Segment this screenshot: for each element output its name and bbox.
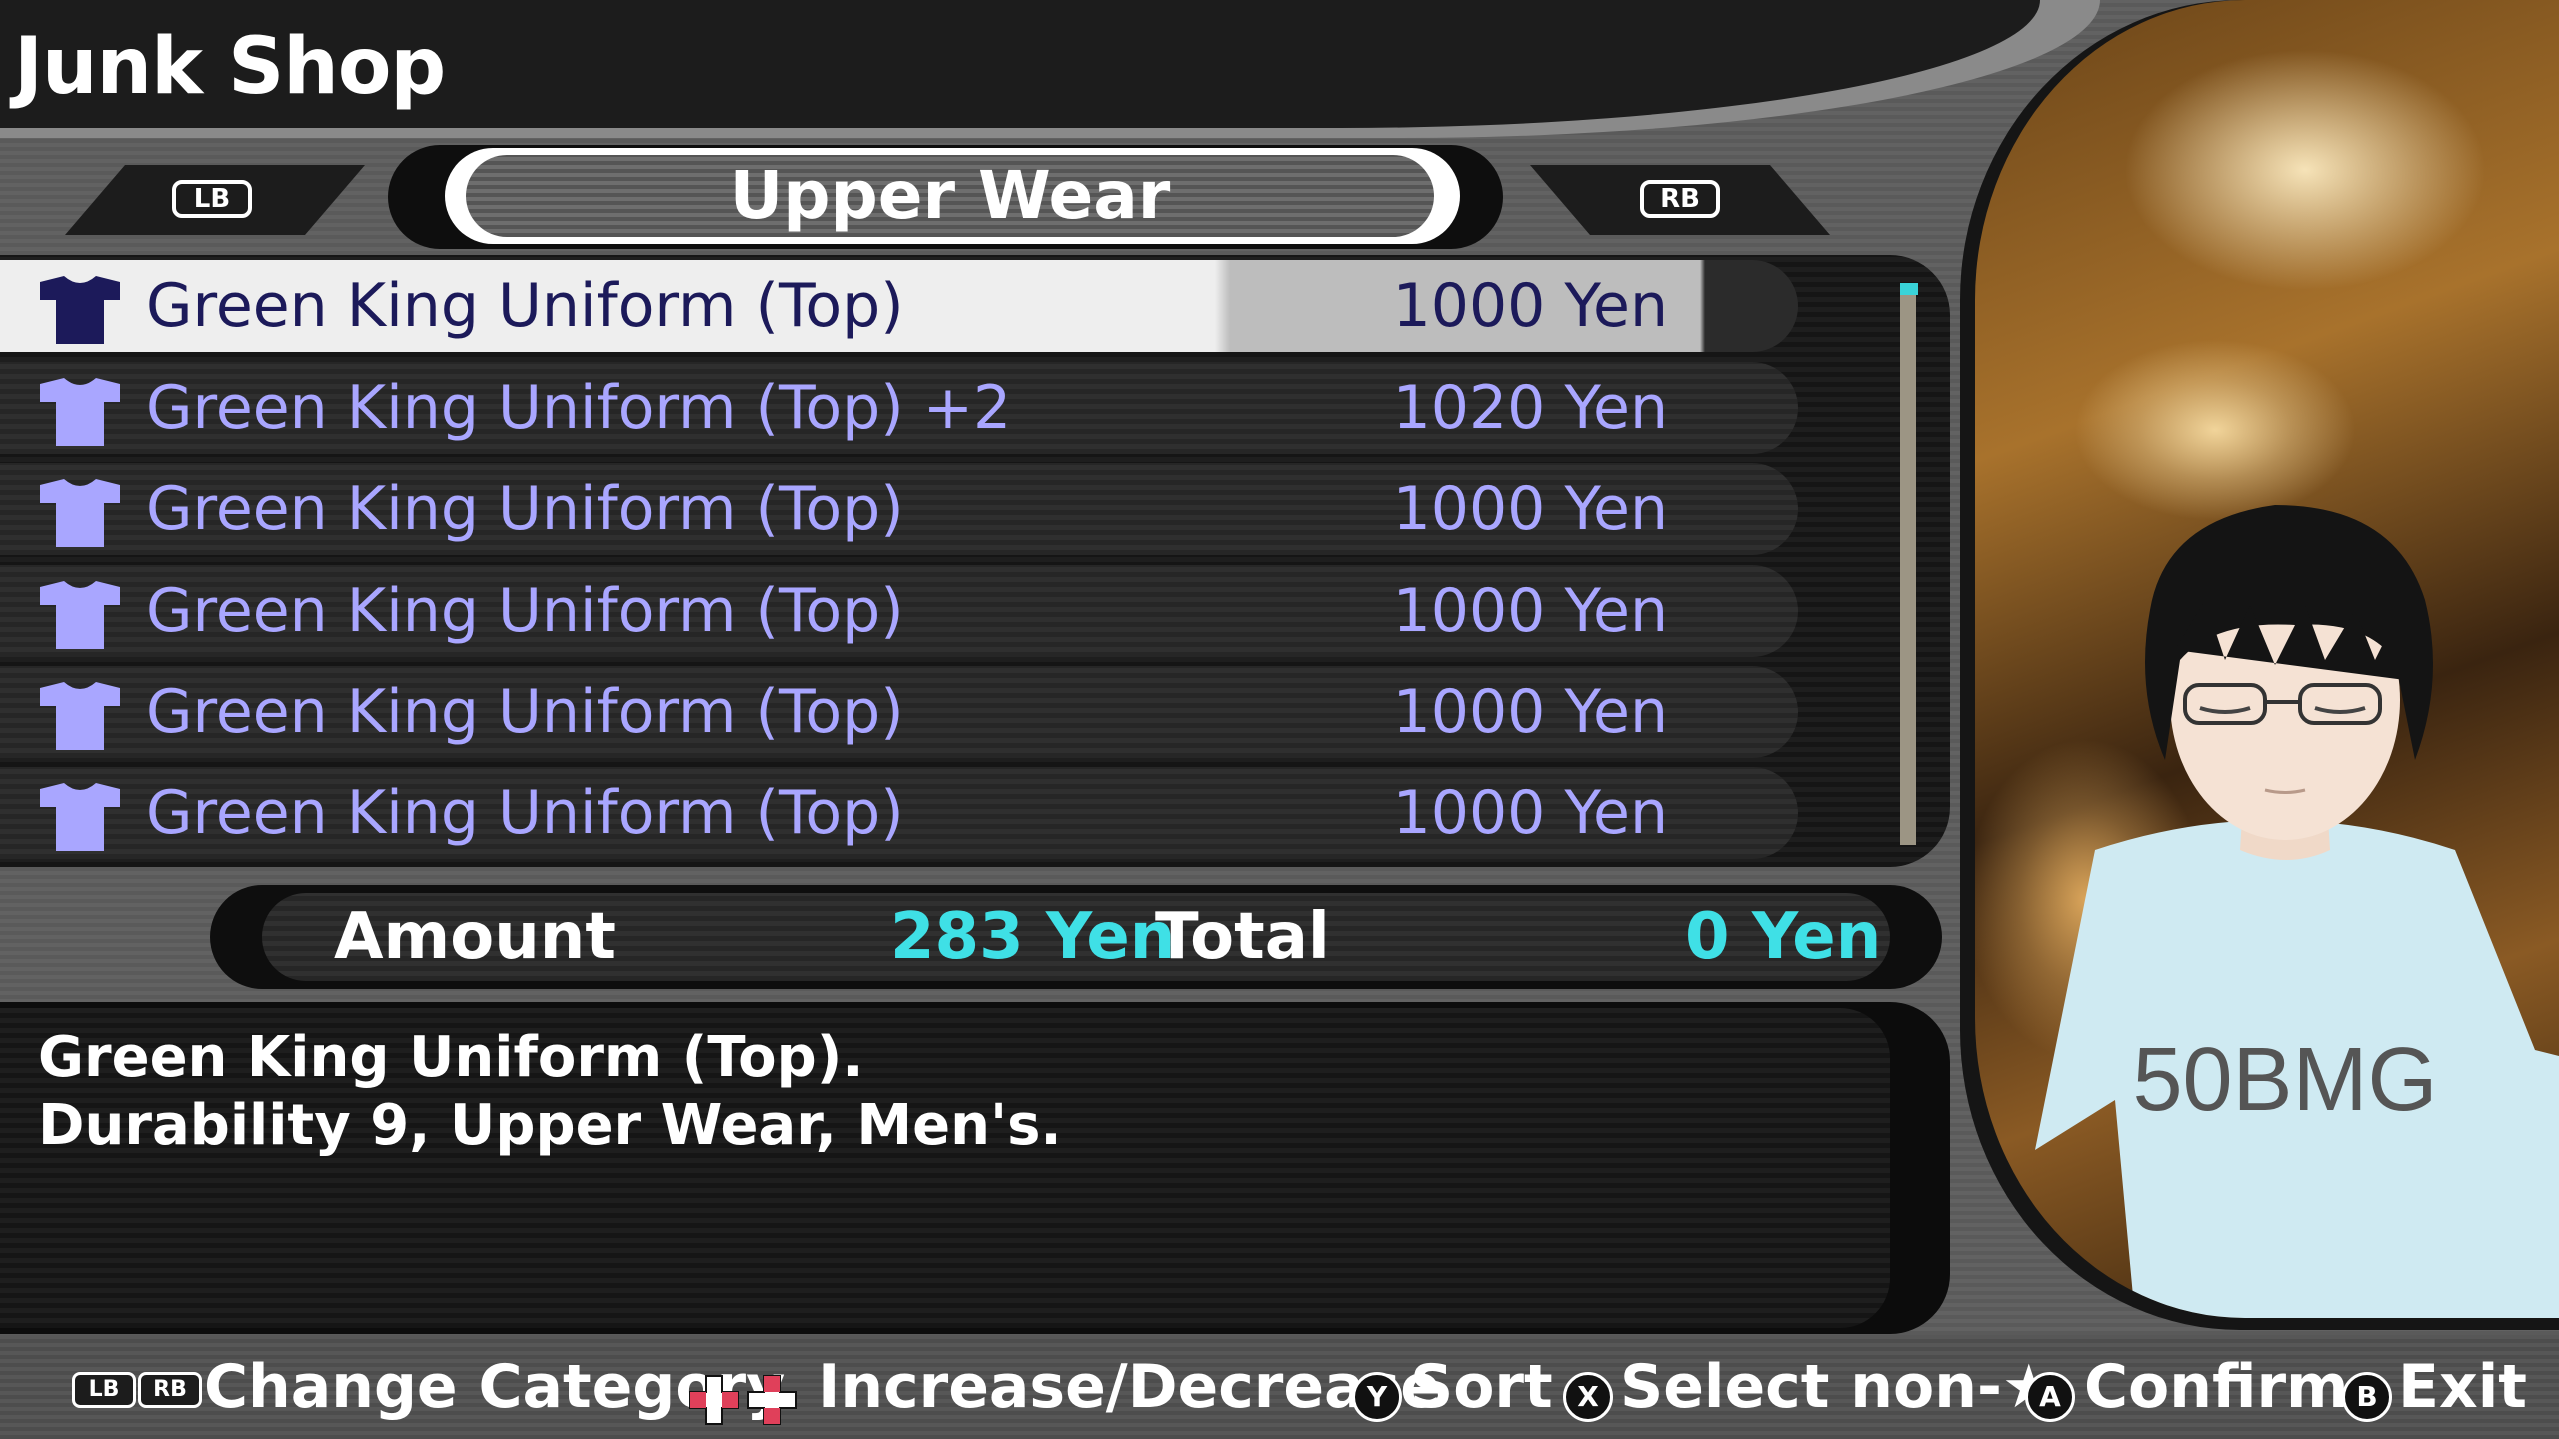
rb-button-icon: RB [138,1372,202,1408]
page-title: Junk Shop [14,22,446,112]
increase-decrease-hint: Increase/Decrease [818,1352,1441,1422]
amount-label: Amount [334,900,616,974]
select-non-star-hint: Select non-★ [1620,1352,2056,1422]
item-name: Green King Uniform (Top) [146,778,904,848]
shirt-icon [40,783,120,851]
shirt-print: 50BMG [2132,1030,2437,1130]
lb-button-icon: LB [72,1372,136,1408]
list-item[interactable]: Green King Uniform (Top) +2 1020 Yen [0,362,1798,454]
description-line: Green King Uniform (Top). [38,1025,864,1090]
junk-shop-screen: Junk Shop LB RB Upper Wear Green King Un… [0,0,2559,1439]
item-name: Green King Uniform (Top) [146,271,904,341]
total-label: Total [1155,900,1330,974]
item-price: 1020 Yen [1392,373,1668,443]
list-item[interactable]: Green King Uniform (Top) 1000 Yen [0,565,1798,657]
shirt-icon [40,479,120,547]
y-button-icon: Y [1352,1372,1402,1422]
item-name: Green King Uniform (Top) [146,576,904,646]
list-scrollbar[interactable] [1900,285,1916,845]
list-item[interactable]: Green King Uniform (Top) 1000 Yen [0,666,1798,758]
list-item[interactable]: Green King Uniform (Top) 1000 Yen [0,260,1798,352]
item-price: 1000 Yen [1392,271,1668,341]
a-button-icon: A [2025,1372,2075,1422]
description-line: Durability 9, Upper Wear, Men's. [38,1093,1062,1158]
shirt-icon [40,581,120,649]
list-item[interactable]: Green King Uniform (Top) 1000 Yen [0,463,1798,555]
item-price: 1000 Yen [1392,778,1668,848]
item-name: Green King Uniform (Top) [146,474,904,544]
total-value: 0 Yen [1685,900,1882,974]
dpad-icon [689,1375,797,1425]
sort-hint: Sort [1410,1352,1553,1422]
item-name: Green King Uniform (Top) [146,677,904,747]
item-price: 1000 Yen [1392,576,1668,646]
character-figure: 50BMG [2035,505,2559,1318]
item-price: 1000 Yen [1392,677,1668,747]
item-list: Green King Uniform (Top) 1000 Yen Green … [0,255,1950,867]
item-price: 1000 Yen [1392,474,1668,544]
rb-button-icon: RB [1640,180,1720,218]
list-item[interactable]: Green King Uniform (Top) 1000 Yen [0,767,1798,859]
category-label: Upper Wear [729,157,1171,234]
b-button-icon: B [2342,1372,2392,1422]
shirt-icon [40,378,120,446]
x-button-icon: X [1563,1372,1613,1422]
character-portrait: 50BMG [1975,0,2559,1318]
list-scrollbar-thumb[interactable] [1900,283,1918,295]
confirm-hint: Confirm [2084,1352,2349,1422]
shirt-icon [40,276,120,344]
exit-hint: Exit [2398,1352,2527,1422]
item-name: Green King Uniform (Top) +2 [146,373,1012,443]
amount-value: 283 Yen [890,900,1176,974]
lb-button-icon: LB [172,180,252,218]
shirt-icon [40,682,120,750]
